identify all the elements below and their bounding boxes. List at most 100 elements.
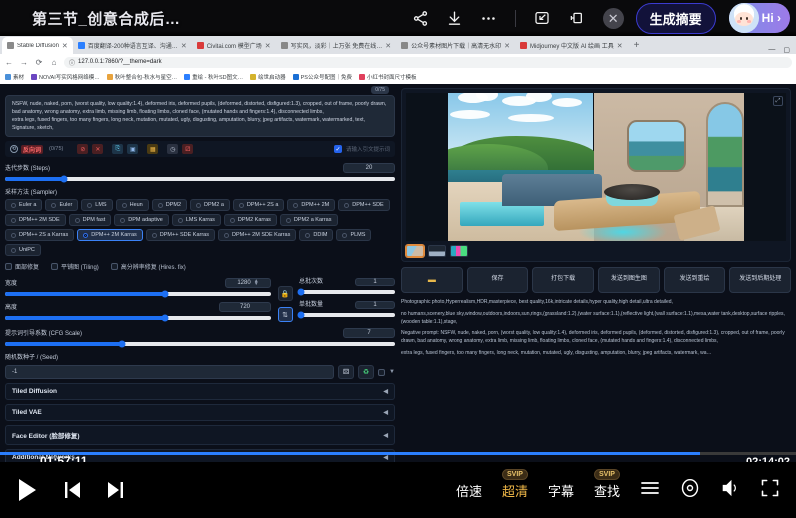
bookmark-item[interactable]: PS公众号配图｜免费 [293, 73, 352, 81]
accordion-header[interactable]: Tiled Diffusion◀ [5, 383, 395, 400]
history-icon[interactable]: ◷ [167, 144, 178, 154]
sampler-option[interactable]: LMS Karras [172, 214, 221, 226]
sampler-option[interactable]: DPM fast [69, 214, 112, 226]
close-icon[interactable]: ✕ [181, 42, 187, 50]
sampler-option[interactable]: DPM++ 2M Karras [77, 229, 143, 241]
steps-track[interactable] [5, 177, 395, 181]
thumbnail-item[interactable] [450, 245, 468, 257]
sampler-option[interactable]: DPM++ 2S a Karras [5, 229, 74, 241]
style-selector[interactable]: ✓ 请输入引文提示词 [334, 145, 390, 153]
close-icon[interactable]: ✕ [265, 42, 271, 50]
batch-count-track[interactable] [299, 290, 395, 294]
next-icon[interactable] [107, 480, 124, 500]
bookmark-item[interactable]: 小红书封面尺寸模板 [359, 73, 417, 81]
width-track[interactable] [5, 292, 271, 296]
delete-icon[interactable]: ✕ [92, 144, 103, 154]
lora-icon[interactable]: ▦ [147, 144, 158, 154]
action-button[interactable]: 发送到后期处理 [729, 267, 791, 293]
recycle-icon[interactable]: ♻ [358, 365, 374, 379]
sampler-option[interactable]: Euler a [5, 199, 42, 211]
player-control[interactable]: SVIP查找 [594, 481, 620, 500]
new-tab-button[interactable]: + [628, 40, 646, 51]
action-button[interactable]: 保存 [467, 267, 529, 293]
dice-icon[interactable]: ⚄ [338, 365, 354, 379]
steps-value[interactable]: 20 [343, 163, 395, 173]
sampler-option[interactable]: DPM2 Karras [224, 214, 277, 226]
sampler-option[interactable]: LMS [81, 199, 112, 211]
swap-icon[interactable]: ⇅ [278, 307, 293, 322]
bookmark-item[interactable]: 秋叶整合包-秋水与星空… [107, 73, 177, 81]
sampler-option[interactable]: DPM++ 2M [287, 199, 335, 211]
cast-icon[interactable] [561, 3, 591, 33]
seed-extra-checkbox[interactable] [378, 369, 385, 376]
close-icon[interactable]: ✕ [504, 42, 510, 50]
option-checkbox[interactable]: 高分辨率修复 (Hires. fix) [111, 262, 186, 271]
browser-tab[interactable]: 百度翻译-200种语言互译、沟通…✕ [73, 37, 192, 54]
cfg-value[interactable]: 7 [343, 328, 395, 338]
action-button[interactable]: 发送到重绘 [664, 267, 726, 293]
sampler-option[interactable]: DPM++ SDE Karras [146, 229, 215, 241]
minimize-icon[interactable]: — [768, 46, 775, 53]
chevron-icon[interactable]: ◀ [383, 409, 388, 416]
settings-icon[interactable] [680, 478, 700, 503]
accordion-header[interactable]: Tiled VAE◀ [5, 404, 395, 421]
chevron-icon[interactable]: ◀ [383, 388, 388, 395]
sampler-option[interactable]: UniPC [5, 244, 41, 256]
address-bar[interactable]: ⓘ 127.0.0.1:7860/?__theme=dark [64, 57, 792, 68]
action-button[interactable]: 发送到图生图 [598, 267, 660, 293]
player-control[interactable]: 倍速 [456, 481, 482, 500]
browser-tab[interactable]: 写实风，淡彩｜上万张 免费在线…✕ [276, 37, 397, 54]
bookmark-item[interactable]: NOVAI写实风格网络模… [31, 73, 100, 81]
thumbnail-item[interactable] [428, 245, 446, 257]
sampler-option[interactable]: Euler [45, 199, 78, 211]
more-icon[interactable] [474, 3, 504, 33]
user-account-button[interactable]: Hi › [729, 3, 790, 33]
folder-icon[interactable]: ▬ [401, 267, 463, 293]
sampler-option[interactable]: DPM adaptive [114, 214, 169, 226]
expand-icon[interactable]: ⤢ [773, 96, 783, 106]
close-icon[interactable]: ✕ [603, 8, 624, 29]
sampler-option[interactable]: DPM2 [152, 199, 187, 211]
sampler-option[interactable]: DPM2 a Karras [280, 214, 338, 226]
height-value[interactable]: 720 [219, 302, 271, 312]
style-checkbox[interactable]: ✓ [334, 145, 342, 153]
share-icon[interactable] [406, 3, 436, 33]
browser-tab[interactable]: Stable Diffusion✕ [2, 37, 73, 54]
cfg-track[interactable] [5, 342, 395, 346]
generated-image[interactable] [448, 93, 744, 241]
bookmark-item[interactable]: 重绘 - 秋叶SD图文… [184, 73, 243, 81]
seed-input[interactable]: -1 [5, 365, 334, 379]
sampler-option[interactable]: DPM++ SDE [338, 199, 389, 211]
player-control[interactable]: SVIP超清 [502, 481, 528, 500]
playlist-icon[interactable] [640, 480, 660, 501]
home-icon[interactable]: ⌂ [49, 58, 59, 67]
width-stepper[interactable]: ▲▼ [254, 280, 259, 286]
lock-icon[interactable]: 🔒 [278, 286, 293, 301]
accordion-header[interactable]: Face Editor (脸部修复)◀ [5, 425, 395, 445]
chevron-icon[interactable]: ◀ [383, 432, 388, 439]
download-icon[interactable] [440, 3, 470, 33]
negative-prompt-textarea[interactable]: NSFW, nude, naked, porn, (worst quality,… [5, 95, 395, 137]
close-icon[interactable]: ✕ [385, 42, 391, 50]
thumbnail-item[interactable] [406, 245, 424, 257]
clear-icon[interactable]: ⊘ [77, 144, 88, 154]
option-checkbox[interactable]: 面部修复 [5, 262, 39, 271]
player-control[interactable]: 字幕 [548, 481, 574, 500]
back-icon[interactable]: ← [4, 58, 14, 67]
sampler-option[interactable]: DPM2 a [190, 199, 230, 211]
bookmark-item[interactable]: 素材 [5, 73, 24, 81]
browser-tab[interactable]: 公众号素材图片下载｜高清无水印✕ [396, 37, 515, 54]
close-icon[interactable]: ✕ [617, 42, 623, 50]
batch-size-track[interactable] [299, 313, 395, 317]
picture-in-picture-icon[interactable] [527, 3, 557, 33]
progress-bar[interactable] [0, 452, 796, 455]
prev-icon[interactable] [64, 480, 81, 500]
close-icon[interactable]: ✕ [62, 42, 68, 50]
bookmark-item[interactable]: 绘世启动器 [250, 73, 286, 81]
sampler-option[interactable]: DPM++ 2M SDE [5, 214, 66, 226]
sampler-option[interactable]: DDIM [299, 229, 333, 241]
action-button[interactable]: 打包下载 [532, 267, 594, 293]
preview-stage[interactable]: ⤢ [406, 93, 786, 241]
chevron-icon[interactable]: ◀ [383, 454, 388, 461]
maximize-icon[interactable]: ▢ [783, 46, 790, 54]
